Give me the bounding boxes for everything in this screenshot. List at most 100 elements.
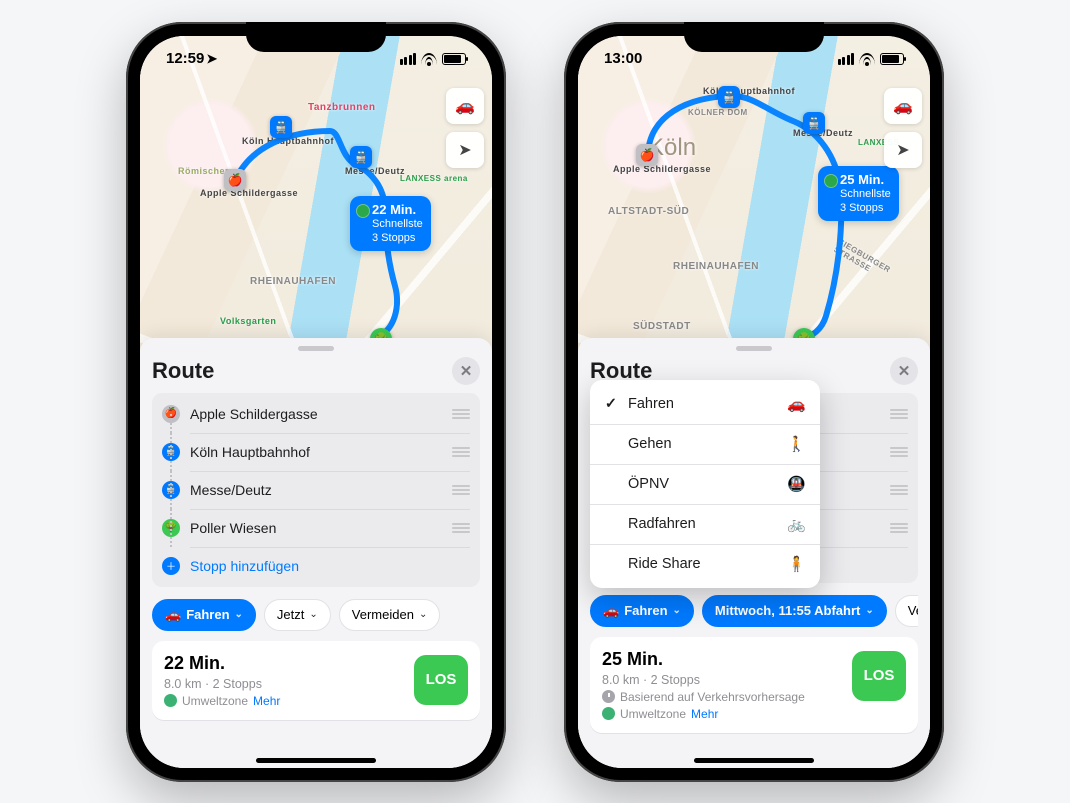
close-button[interactable]: ✕ (890, 357, 918, 385)
reorder-handle-icon[interactable] (452, 447, 470, 457)
reorder-handle-icon[interactable] (890, 523, 908, 533)
reorder-handle-icon[interactable] (890, 409, 908, 419)
check-icon: ✓ (604, 396, 618, 412)
route-sheet: Route ✕ 🍎 Apple Schildergasse 🚆 Köln Hau… (140, 338, 492, 768)
avoid-chip[interactable]: Vermeiden ⌄ (339, 599, 441, 631)
sheet-grabber[interactable] (298, 346, 334, 351)
reorder-handle-icon[interactable] (452, 523, 470, 533)
mode-option-walk[interactable]: Gehen 🚶 (590, 424, 820, 464)
person-icon: 🧍 (787, 555, 806, 573)
mode-label: Radfahren (628, 516, 696, 532)
summary-sub: 8.0 km · 2 Stopps (164, 677, 404, 691)
status-time: 12:59➤ (166, 50, 217, 67)
cellular-icon (400, 53, 417, 65)
go-button[interactable]: LOS (852, 651, 906, 701)
reorder-handle-icon[interactable] (452, 485, 470, 495)
mode-option-bike[interactable]: Radfahren 🚲 (590, 504, 820, 544)
chip-label: Vermeiden (908, 603, 918, 618)
sheet-grabber[interactable] (736, 346, 772, 351)
chevron-down-icon: ⌄ (419, 609, 427, 620)
map-pin-origin[interactable]: 🍎 (636, 144, 658, 166)
option-chips: 🚗 Fahren ⌄ Jetzt ⌄ Vermeiden ⌄ (152, 599, 480, 631)
notch (246, 22, 386, 52)
notch (684, 22, 824, 52)
umweltzone-icon (164, 694, 177, 707)
option-chips: 🚗 Fahren ⌄ Mittwoch, 11:55 Abfahrt ⌄ Ver… (590, 595, 918, 627)
reorder-handle-icon[interactable] (452, 409, 470, 419)
map-pin-station-1[interactable]: 🚆 (718, 86, 740, 108)
mode-label: Fahren (628, 396, 674, 412)
chevron-down-icon: ⌄ (309, 609, 317, 620)
mode-option-transit[interactable]: ÖPNV 🚇 (590, 464, 820, 504)
battery-icon (442, 53, 466, 65)
car-icon: 🚗 (165, 607, 181, 623)
mode-chip[interactable]: 🚗 Fahren ⌄ (152, 599, 256, 631)
mode-label: Ride Share (628, 556, 701, 572)
reorder-handle-icon[interactable] (890, 447, 908, 457)
map-pin-origin[interactable]: 🍎 (224, 169, 246, 191)
bike-icon: 🚲 (787, 515, 806, 533)
stop-label: Poller Wiesen (190, 520, 452, 536)
plus-icon: ＋ (162, 557, 180, 575)
add-stop-row[interactable]: ＋ Stopp hinzufügen (152, 547, 480, 585)
more-link[interactable]: Mehr (253, 694, 280, 708)
locate-me-button[interactable]: ➤ (884, 132, 922, 168)
chevron-down-icon: ⌄ (673, 605, 681, 616)
sheet-title: Route (152, 358, 214, 384)
stops-card: 🍎 Apple Schildergasse 🚆 Köln Hauptbahnho… (152, 393, 480, 587)
mode-label: ÖPNV (628, 476, 669, 492)
location-arrow-icon: ➤ (206, 51, 217, 67)
phone-right: 13:00 Köln 🍎 🚆 🚆 🌳 Köln Hauptbahnhof KÖL… (564, 22, 944, 782)
add-stop-label: Stopp hinzufügen (190, 558, 470, 574)
go-button[interactable]: LOS (414, 655, 468, 705)
map-pin-station-2[interactable]: 🚆 (350, 146, 372, 168)
screen: 12:59➤ 🍎 🚆 🚆 🌳 Tanzbrunnen Köln Hauptbah… (140, 36, 492, 768)
home-indicator[interactable] (256, 758, 376, 763)
badge-line: Schnellste (372, 218, 423, 232)
stop-row[interactable]: 🚆 Köln Hauptbahnhof (152, 433, 480, 471)
summary-sub: 8.0 km · 2 Stopps (602, 673, 842, 687)
close-button[interactable]: ✕ (452, 357, 480, 385)
mode-label: Gehen (628, 436, 672, 452)
cellular-icon (838, 53, 855, 65)
summary-duration: 25 Min. (602, 649, 842, 670)
car-icon: 🚗 (603, 603, 619, 619)
status-time: 13:00 (604, 50, 642, 67)
map-mode-button[interactable]: 🚗 (884, 88, 922, 124)
reorder-handle-icon[interactable] (890, 485, 908, 495)
time-chip[interactable]: Jetzt ⌄ (264, 599, 331, 631)
car-icon: 🚗 (787, 395, 806, 413)
map-pin-station-2[interactable]: 🚆 (803, 112, 825, 134)
route-badge[interactable]: 25 Min. Schnellste 3 Stopps (818, 166, 899, 222)
time-chip[interactable]: Mittwoch, 11:55 Abfahrt ⌄ (702, 595, 887, 627)
map-pin-station-1[interactable]: 🚆 (270, 116, 292, 138)
stop-row[interactable]: 🍎 Apple Schildergasse (152, 395, 480, 433)
transport-mode-popover: ✓ Fahren 🚗 Gehen 🚶 ÖPNV 🚇 Radfahren 🚲 Rid… (590, 380, 820, 588)
mode-option-drive[interactable]: ✓ Fahren 🚗 (590, 384, 820, 424)
avoid-chip[interactable]: Vermeiden (895, 595, 918, 627)
stop-row[interactable]: 🚆 Messe/Deutz (152, 471, 480, 509)
badge-line: 3 Stopps (372, 232, 423, 246)
clock-icon (602, 690, 615, 703)
screen: 13:00 Köln 🍎 🚆 🚆 🌳 Köln Hauptbahnhof KÖL… (578, 36, 930, 768)
more-link[interactable]: Mehr (691, 707, 718, 721)
map-mode-button[interactable]: 🚗 (446, 88, 484, 124)
transit-icon: 🚇 (787, 475, 806, 493)
summary-card[interactable]: 22 Min. 8.0 km · 2 Stopps Umweltzone Meh… (152, 641, 480, 720)
badge-duration: 25 Min. (840, 172, 891, 188)
summary-card[interactable]: 25 Min. 8.0 km · 2 Stopps Basierend auf … (590, 637, 918, 733)
badge-line: Schnellste (840, 188, 891, 202)
stop-row[interactable]: 🌳 Poller Wiesen (152, 509, 480, 547)
stop-label: Köln Hauptbahnhof (190, 444, 452, 460)
locate-me-button[interactable]: ➤ (446, 132, 484, 168)
umweltzone-icon (602, 707, 615, 720)
summary-note: Basierend auf Verkehrsvorhersage (602, 690, 842, 704)
summary-note: Umweltzone Mehr (602, 707, 842, 721)
route-badge[interactable]: 22 Min. Schnellste 3 Stopps (350, 196, 431, 252)
badge-duration: 22 Min. (372, 202, 423, 218)
mode-option-rideshare[interactable]: Ride Share 🧍 (590, 544, 820, 584)
chip-label: Vermeiden (352, 607, 414, 622)
home-indicator[interactable] (694, 758, 814, 763)
wifi-icon (421, 53, 437, 65)
mode-chip[interactable]: 🚗 Fahren ⌄ (590, 595, 694, 627)
